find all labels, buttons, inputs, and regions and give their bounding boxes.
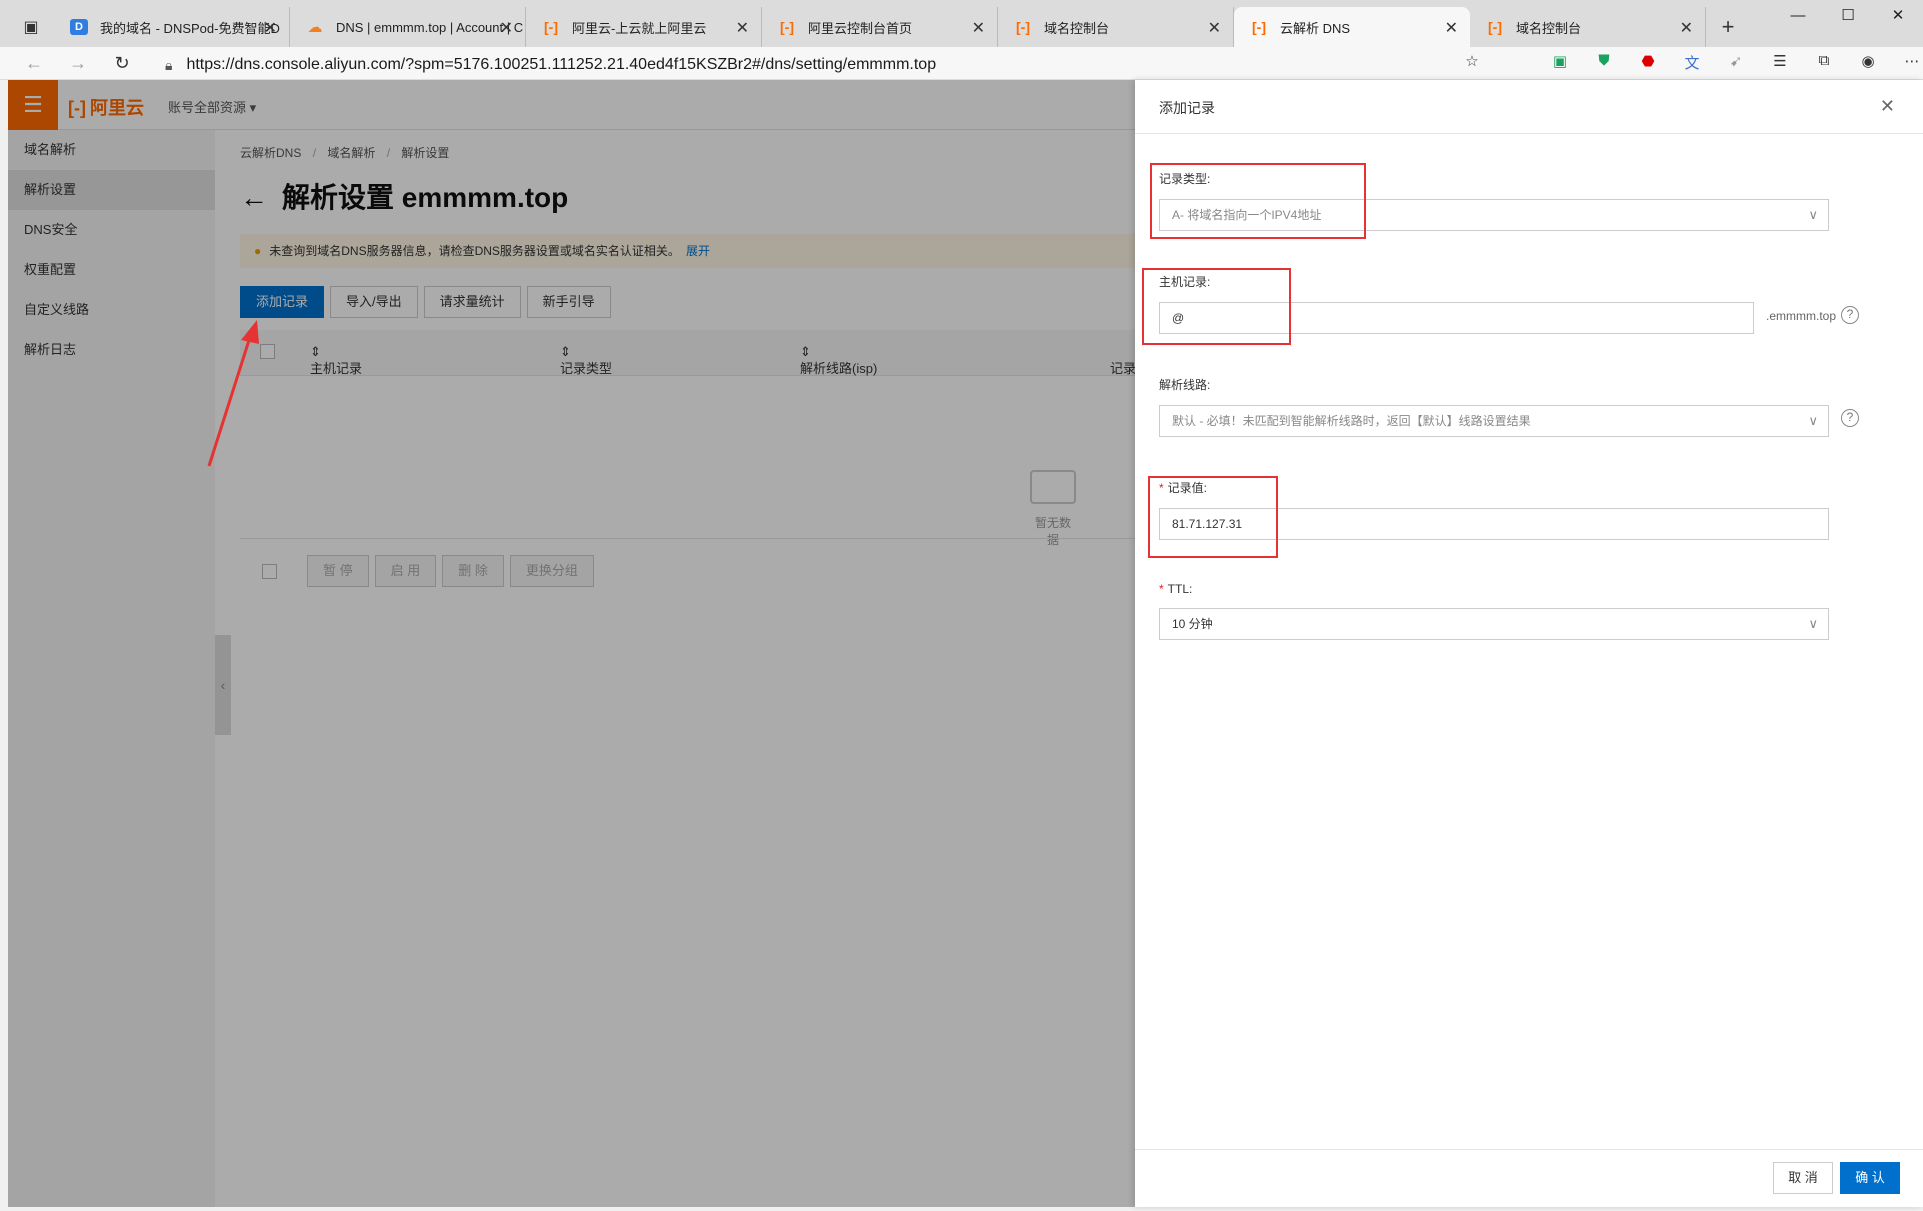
cancel-button[interactable]: 取 消 [1773, 1162, 1833, 1194]
tab-actions-icon[interactable]: ▣ [8, 7, 54, 47]
close-tab-icon[interactable]: ✕ [1445, 18, 1458, 38]
favorites-icon[interactable]: ☰ [1758, 52, 1802, 73]
maximize-icon[interactable]: ☐ [1823, 0, 1873, 30]
refresh-icon[interactable]: ↻ [100, 53, 144, 74]
help-icon[interactable]: ? [1841, 409, 1859, 427]
confirm-button[interactable]: 确 认 [1840, 1162, 1900, 1194]
aliyun-icon: [-] [780, 19, 794, 35]
tab-title: 域名控制台 [1044, 20, 1110, 36]
shield-icon[interactable]: ⛊ [1582, 52, 1626, 73]
close-window-icon[interactable]: ✕ [1873, 0, 1923, 30]
collections-icon[interactable]: ⧉ [1802, 52, 1846, 73]
ttl-label-row: * TTL: [1159, 582, 1829, 596]
favorite-star-icon[interactable]: ☆ [1450, 52, 1494, 73]
window-controls: — ☐ ✕ [1773, 0, 1923, 30]
address-bar: ← → ↻ 🔒︎ https://dns.console.aliyun.com/… [0, 47, 1923, 80]
aliyun-icon: [-] [1016, 19, 1030, 35]
browser-tab[interactable]: [-] 阿里云控制台首页 ✕ [762, 7, 998, 47]
add-record-drawer: 添加记录 ✕ 记录类型: A- 将域名指向一个IPV4地址 ∨ 主机记录: @ … [1135, 80, 1923, 1207]
lock-icon: 🔒︎ [165, 56, 173, 73]
ttl-select[interactable]: 10 分钟 ∨ [1159, 608, 1829, 640]
adblock-icon[interactable]: ⬣ [1626, 52, 1670, 73]
extension-arrow-icon[interactable]: ➹ [1714, 52, 1758, 73]
ttl-value: 10 分钟 [1172, 617, 1213, 631]
aliyun-icon: [-] [544, 19, 558, 35]
url-text: https://dns.console.aliyun.com/?spm=5176… [186, 56, 937, 73]
annotation-box-record-value [1148, 476, 1278, 558]
chevron-down-icon: ∨ [1808, 616, 1818, 631]
browser-tab[interactable]: D 我的域名 - DNSPod-免费智能D ✕ [54, 7, 290, 47]
translate-icon[interactable]: 文 [1670, 52, 1714, 73]
ttl-field: * TTL: 10 分钟 ∨ [1159, 582, 1829, 640]
new-tab-button[interactable]: + [1706, 7, 1750, 47]
dnspod-icon: D [70, 19, 88, 35]
url-field[interactable]: 🔒︎ https://dns.console.aliyun.com/?spm=5… [165, 53, 1495, 77]
modal-mask[interactable] [8, 80, 1135, 1207]
annotation-box-host-record [1142, 268, 1291, 345]
domain-suffix: .emmmm.top [1766, 309, 1837, 323]
close-tab-icon[interactable]: ✕ [500, 18, 513, 38]
help-icon[interactable]: ? [1841, 306, 1859, 324]
cloudflare-icon: ☁ [307, 19, 323, 36]
close-tab-icon[interactable]: ✕ [1680, 18, 1693, 38]
tab-title: 我的域名 - DNSPod-免费智能D [100, 20, 280, 36]
browser-tab-active[interactable]: [-] 云解析 DNS ✕ [1234, 7, 1470, 47]
tab-title: 云解析 DNS [1280, 20, 1351, 36]
resolve-line-value: 默认 - 必填！未匹配到智能解析线路时，返回【默认】线路设置结果 [1172, 414, 1531, 428]
close-icon[interactable]: ✕ [1880, 96, 1895, 117]
profile-avatar-icon[interactable]: ◉ [1846, 52, 1890, 73]
minimize-icon[interactable]: — [1773, 0, 1823, 30]
annotation-box-record-type [1150, 163, 1366, 239]
aliyun-icon: [-] [1488, 19, 1502, 35]
chevron-down-icon: ∨ [1808, 207, 1818, 222]
resolve-line-select[interactable]: 默认 - 必填！未匹配到智能解析线路时，返回【默认】线路设置结果 ∨ [1159, 405, 1829, 437]
aliyun-icon: [-] [1252, 19, 1266, 35]
browser-tab-bar: ▣ D 我的域名 - DNSPod-免费智能D ✕ ☁ DNS | emmmm.… [0, 0, 1923, 47]
browser-tab[interactable]: [-] 域名控制台 ✕ [1470, 7, 1706, 47]
drawer-header: 添加记录 ✕ [1135, 80, 1923, 134]
ttl-label: TTL: [1167, 582, 1193, 596]
tab-title: 域名控制台 [1516, 20, 1582, 36]
close-tab-icon[interactable]: ✕ [264, 18, 277, 38]
more-menu-icon[interactable]: ⋯ [1890, 52, 1923, 73]
required-mark: * [1159, 582, 1164, 596]
resolve-line-label: 解析线路: [1159, 378, 1211, 392]
drawer-title: 添加记录 [1159, 100, 1215, 116]
close-tab-icon[interactable]: ✕ [736, 18, 749, 38]
browser-tab[interactable]: [-] 阿里云-上云就上阿里云 ✕ [526, 7, 762, 47]
back-icon[interactable]: ← [12, 53, 56, 74]
extension-bar: ☆ ▣ ⛊ ⬣ 文 ➹ ☰ ⧉ ◉ ⋯ [1450, 52, 1923, 73]
close-tab-icon[interactable]: ✕ [972, 18, 985, 38]
browser-tab[interactable]: [-] 域名控制台 ✕ [998, 7, 1234, 47]
tab-title: DNS | emmmm.top | Account | C [336, 19, 524, 35]
close-tab-icon[interactable]: ✕ [1208, 18, 1221, 38]
tab-title: 阿里云-上云就上阿里云 [572, 20, 707, 36]
chevron-down-icon: ∨ [1808, 413, 1818, 428]
resolve-line-field: 解析线路: 默认 - 必填！未匹配到智能解析线路时，返回【默认】线路设置结果 ∨… [1159, 376, 1859, 437]
browser-tab[interactable]: ☁ DNS | emmmm.top | Account | C ✕ [290, 7, 526, 47]
annotation-arrow [207, 320, 259, 467]
extension-green-icon[interactable]: ▣ [1538, 52, 1582, 73]
tab-title: 阿里云控制台首页 [808, 20, 913, 36]
drawer-footer: 取 消 确 认 [1135, 1149, 1923, 1207]
forward-icon[interactable]: → [56, 53, 100, 74]
